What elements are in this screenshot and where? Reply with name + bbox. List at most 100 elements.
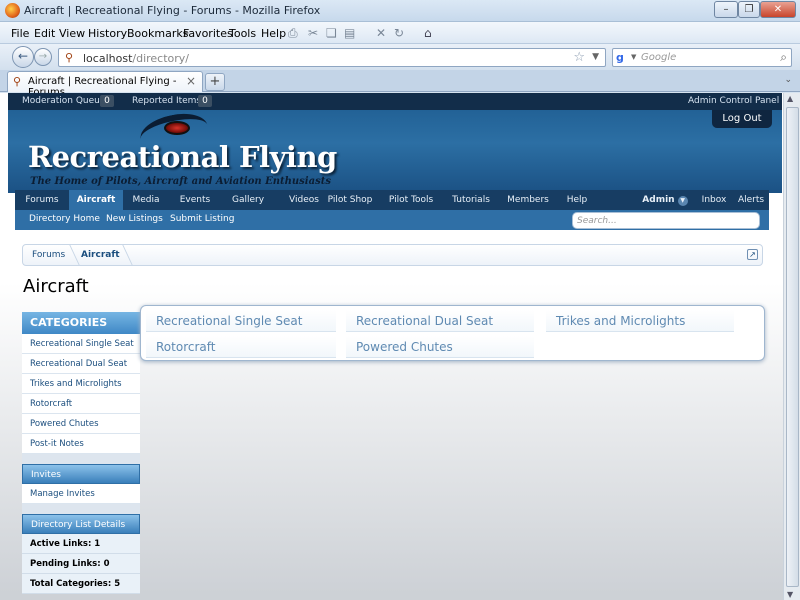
- google-icon[interactable]: g: [616, 51, 630, 65]
- category-link-single-seat[interactable]: Recreational Single Seat: [146, 310, 336, 332]
- restore-button[interactable]: ❐: [738, 1, 760, 18]
- cut-icon[interactable]: ✂: [308, 26, 318, 40]
- tab-close-icon[interactable]: ×: [186, 74, 196, 88]
- nav-admin-label: Admin: [642, 195, 675, 205]
- jump-to-top-icon[interactable]: ↗: [747, 249, 758, 260]
- tab-list-icon[interactable]: ⌄: [784, 75, 792, 85]
- moderation-queue-count: 0: [100, 95, 114, 107]
- nav-pilot-shop[interactable]: Pilot Shop: [325, 190, 375, 210]
- moderation-queue-link[interactable]: Moderation Queue:: [22, 96, 108, 106]
- nav-help[interactable]: Help: [559, 190, 595, 210]
- nav-aircraft[interactable]: Aircraft: [69, 190, 123, 210]
- page-viewport: Moderation Queue: 0 Reported Items: 0 Ad…: [0, 93, 800, 600]
- reported-items-count: 0: [198, 95, 212, 107]
- site-tagline: The Home of Pilots, Aircraft and Aviatio…: [30, 176, 331, 187]
- scroll-down-icon[interactable]: ▼: [787, 590, 793, 599]
- category-grid: Recreational Single Seat Recreational Du…: [140, 305, 765, 361]
- menu-favorites[interactable]: Favorites: [183, 27, 233, 40]
- subnav-new-listings[interactable]: New Listings: [106, 214, 163, 224]
- categories-heading: CATEGORIES: [22, 312, 140, 334]
- manage-invites-link[interactable]: Manage Invites: [22, 484, 140, 504]
- menu-view[interactable]: View: [59, 27, 85, 40]
- breadcrumb: Forums Aircraft ↗: [22, 244, 763, 266]
- admin-control-panel-link[interactable]: Admin Control Panel: [688, 96, 779, 106]
- sidebar-category-rotorcraft[interactable]: Rotorcraft: [22, 394, 140, 414]
- browser-search-box[interactable]: g ▼ Google ⌕: [612, 48, 792, 67]
- paste-icon[interactable]: ▤: [344, 26, 355, 40]
- reload-icon[interactable]: ↻: [394, 26, 404, 40]
- main-nav: Forums Aircraft Media Events Gallery Vid…: [15, 190, 769, 210]
- nav-pilot-tools[interactable]: Pilot Tools: [383, 190, 439, 210]
- scroll-up-icon[interactable]: ▲: [787, 94, 793, 103]
- tab-favicon-icon: ⚲: [13, 75, 22, 88]
- sidebar-category-trikes[interactable]: Trikes and Microlights: [22, 374, 140, 394]
- menu-bar: File Edit View History Bookmarks Favorit…: [0, 22, 800, 44]
- url-text[interactable]: localhost/directory/: [83, 52, 189, 65]
- reported-items-link[interactable]: Reported Items:: [132, 96, 204, 106]
- nav-forums[interactable]: Forums: [15, 190, 69, 210]
- navigation-bar: ← → ⚲ localhost/directory/ ☆ ▼ g ▼ Googl…: [0, 44, 800, 70]
- breadcrumb-forums[interactable]: Forums: [32, 250, 65, 260]
- menu-bookmarks[interactable]: Bookmarks: [127, 27, 188, 40]
- site-logo-title[interactable]: Recreational Flying: [28, 140, 337, 174]
- menu-tools[interactable]: Tools: [229, 27, 256, 40]
- moderator-bar: Moderation Queue: 0 Reported Items: 0 Ad…: [8, 93, 782, 110]
- subnav-submit-listing[interactable]: Submit Listing: [170, 214, 234, 224]
- back-button[interactable]: ←: [12, 46, 34, 68]
- site-search-input[interactable]: Search...: [572, 212, 760, 229]
- home-icon[interactable]: ⌂: [424, 26, 432, 40]
- bookmark-star-icon[interactable]: ☆: [573, 50, 585, 65]
- stop-icon[interactable]: ✕: [376, 26, 386, 40]
- magnifier-icon[interactable]: ⌕: [780, 50, 787, 65]
- site-identity-icon[interactable]: ⚲: [65, 51, 73, 64]
- subnav-directory-home[interactable]: Directory Home: [29, 214, 100, 224]
- sidebar-spacer: [22, 454, 140, 464]
- sidebar-spacer: [22, 504, 140, 514]
- url-host: localhost: [83, 52, 133, 65]
- url-bar[interactable]: ⚲ localhost/directory/ ☆ ▼: [58, 48, 606, 67]
- nav-alerts[interactable]: Alerts: [735, 190, 767, 210]
- active-links-stat: Active Links: 1: [22, 534, 140, 554]
- breadcrumb-aircraft[interactable]: Aircraft: [81, 250, 120, 260]
- minimize-button[interactable]: –: [714, 1, 738, 18]
- print-icon[interactable]: ⎙: [288, 26, 298, 41]
- nav-admin[interactable]: Admin ▼: [641, 190, 689, 210]
- sidebar: CATEGORIES Recreational Single Seat Recr…: [22, 312, 140, 594]
- url-dropdown-icon[interactable]: ▼: [592, 52, 599, 62]
- invites-heading: Invites: [22, 464, 140, 484]
- forward-button[interactable]: →: [34, 48, 52, 66]
- nav-events[interactable]: Events: [169, 190, 221, 210]
- category-link-powered-chutes[interactable]: Powered Chutes: [346, 336, 534, 358]
- close-window-button[interactable]: ✕: [760, 1, 796, 18]
- nav-tutorials[interactable]: Tutorials: [447, 190, 495, 210]
- menu-help[interactable]: Help: [261, 27, 286, 40]
- browser-search-placeholder: Google: [641, 52, 677, 63]
- scrollbar-thumb[interactable]: [786, 107, 799, 587]
- category-link-dual-seat[interactable]: Recreational Dual Seat: [346, 310, 534, 332]
- vertical-scrollbar[interactable]: ▲ ▼: [783, 93, 800, 600]
- nav-gallery[interactable]: Gallery: [221, 190, 275, 210]
- new-tab-button[interactable]: +: [205, 73, 225, 91]
- sidebar-category-powered-chutes[interactable]: Powered Chutes: [22, 414, 140, 434]
- category-link-rotorcraft[interactable]: Rotorcraft: [146, 336, 336, 358]
- nav-inbox[interactable]: Inbox: [699, 190, 729, 210]
- nav-members[interactable]: Members: [503, 190, 553, 210]
- total-categories-stat: Total Categories: 5: [22, 574, 140, 594]
- sidebar-category-single-seat[interactable]: Recreational Single Seat: [22, 334, 140, 354]
- sidebar-category-post-it-notes[interactable]: Post-it Notes: [22, 434, 140, 454]
- site-search-placeholder: Search...: [577, 216, 617, 226]
- category-link-trikes[interactable]: Trikes and Microlights: [546, 310, 734, 332]
- sidebar-category-dual-seat[interactable]: Recreational Dual Seat: [22, 354, 140, 374]
- directory-details-heading: Directory List Details: [22, 514, 140, 534]
- window-title: Aircraft | Recreational Flying - Forums …: [24, 4, 321, 17]
- menu-history[interactable]: History: [88, 27, 127, 40]
- tab-aircraft[interactable]: ⚲ Aircraft | Recreational Flying - Forum…: [7, 71, 203, 98]
- menu-file[interactable]: File: [11, 27, 29, 40]
- menu-edit[interactable]: Edit: [34, 27, 55, 40]
- logout-button[interactable]: Log Out: [712, 110, 772, 128]
- nav-media[interactable]: Media: [123, 190, 169, 210]
- pending-links-stat: Pending Links: 0: [22, 554, 140, 574]
- search-engine-dropdown-icon[interactable]: ▼: [631, 53, 636, 61]
- copy-icon[interactable]: ❏: [326, 26, 337, 40]
- admin-dropdown-icon[interactable]: ▼: [677, 196, 688, 206]
